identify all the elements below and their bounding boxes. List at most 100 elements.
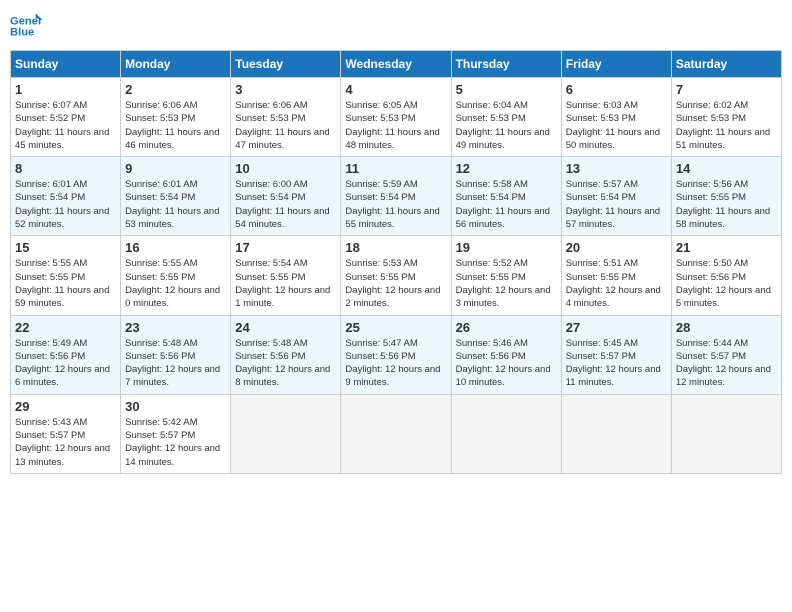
calendar-cell: 5 Sunrise: 6:04 AM Sunset: 5:53 PM Dayli…	[451, 78, 561, 157]
day-info: Sunrise: 6:07 AM Sunset: 5:52 PM Dayligh…	[15, 99, 116, 152]
page-header: General Blue	[10, 10, 782, 42]
calendar-cell: 26 Sunrise: 5:46 AM Sunset: 5:56 PM Dayl…	[451, 315, 561, 394]
calendar-week-1: 1 Sunrise: 6:07 AM Sunset: 5:52 PM Dayli…	[11, 78, 782, 157]
calendar-cell: 16 Sunrise: 5:55 AM Sunset: 5:55 PM Dayl…	[121, 236, 231, 315]
day-number: 25	[345, 320, 446, 335]
day-info: Sunrise: 5:54 AM Sunset: 5:55 PM Dayligh…	[235, 257, 336, 310]
day-info: Sunrise: 5:48 AM Sunset: 5:56 PM Dayligh…	[235, 337, 336, 390]
weekday-header-friday: Friday	[561, 51, 671, 78]
day-info: Sunrise: 5:55 AM Sunset: 5:55 PM Dayligh…	[125, 257, 226, 310]
day-info: Sunrise: 5:52 AM Sunset: 5:55 PM Dayligh…	[456, 257, 557, 310]
day-number: 18	[345, 240, 446, 255]
calendar-table: SundayMondayTuesdayWednesdayThursdayFrid…	[10, 50, 782, 474]
calendar-cell: 8 Sunrise: 6:01 AM Sunset: 5:54 PM Dayli…	[11, 157, 121, 236]
weekday-header-thursday: Thursday	[451, 51, 561, 78]
day-info: Sunrise: 6:01 AM Sunset: 5:54 PM Dayligh…	[125, 178, 226, 231]
day-number: 19	[456, 240, 557, 255]
calendar-cell: 19 Sunrise: 5:52 AM Sunset: 5:55 PM Dayl…	[451, 236, 561, 315]
weekday-header-saturday: Saturday	[671, 51, 781, 78]
day-number: 15	[15, 240, 116, 255]
calendar-cell: 4 Sunrise: 6:05 AM Sunset: 5:53 PM Dayli…	[341, 78, 451, 157]
day-number: 29	[15, 399, 116, 414]
calendar-header-row: SundayMondayTuesdayWednesdayThursdayFrid…	[11, 51, 782, 78]
day-info: Sunrise: 5:50 AM Sunset: 5:56 PM Dayligh…	[676, 257, 777, 310]
calendar-cell: 12 Sunrise: 5:58 AM Sunset: 5:54 PM Dayl…	[451, 157, 561, 236]
day-info: Sunrise: 5:48 AM Sunset: 5:56 PM Dayligh…	[125, 337, 226, 390]
calendar-cell: 6 Sunrise: 6:03 AM Sunset: 5:53 PM Dayli…	[561, 78, 671, 157]
calendar-week-2: 8 Sunrise: 6:01 AM Sunset: 5:54 PM Dayli…	[11, 157, 782, 236]
svg-text:Blue: Blue	[10, 27, 34, 39]
day-info: Sunrise: 5:42 AM Sunset: 5:57 PM Dayligh…	[125, 416, 226, 469]
day-info: Sunrise: 6:03 AM Sunset: 5:53 PM Dayligh…	[566, 99, 667, 152]
day-number: 9	[125, 161, 226, 176]
day-info: Sunrise: 5:47 AM Sunset: 5:56 PM Dayligh…	[345, 337, 446, 390]
day-info: Sunrise: 5:44 AM Sunset: 5:57 PM Dayligh…	[676, 337, 777, 390]
day-number: 2	[125, 82, 226, 97]
day-number: 12	[456, 161, 557, 176]
day-number: 17	[235, 240, 336, 255]
day-number: 16	[125, 240, 226, 255]
day-number: 22	[15, 320, 116, 335]
day-number: 11	[345, 161, 446, 176]
day-info: Sunrise: 5:46 AM Sunset: 5:56 PM Dayligh…	[456, 337, 557, 390]
weekday-header-tuesday: Tuesday	[231, 51, 341, 78]
calendar-cell: 24 Sunrise: 5:48 AM Sunset: 5:56 PM Dayl…	[231, 315, 341, 394]
day-info: Sunrise: 5:45 AM Sunset: 5:57 PM Dayligh…	[566, 337, 667, 390]
calendar-cell: 2 Sunrise: 6:06 AM Sunset: 5:53 PM Dayli…	[121, 78, 231, 157]
calendar-cell: 29 Sunrise: 5:43 AM Sunset: 5:57 PM Dayl…	[11, 394, 121, 473]
calendar-week-3: 15 Sunrise: 5:55 AM Sunset: 5:55 PM Dayl…	[11, 236, 782, 315]
calendar-cell	[341, 394, 451, 473]
day-number: 26	[456, 320, 557, 335]
weekday-header-sunday: Sunday	[11, 51, 121, 78]
day-number: 5	[456, 82, 557, 97]
day-info: Sunrise: 6:06 AM Sunset: 5:53 PM Dayligh…	[235, 99, 336, 152]
day-number: 6	[566, 82, 667, 97]
calendar-cell: 7 Sunrise: 6:02 AM Sunset: 5:53 PM Dayli…	[671, 78, 781, 157]
day-number: 4	[345, 82, 446, 97]
calendar-cell: 21 Sunrise: 5:50 AM Sunset: 5:56 PM Dayl…	[671, 236, 781, 315]
day-info: Sunrise: 5:58 AM Sunset: 5:54 PM Dayligh…	[456, 178, 557, 231]
day-number: 27	[566, 320, 667, 335]
day-info: Sunrise: 6:01 AM Sunset: 5:54 PM Dayligh…	[15, 178, 116, 231]
logo-icon: General Blue	[10, 10, 42, 42]
day-info: Sunrise: 5:57 AM Sunset: 5:54 PM Dayligh…	[566, 178, 667, 231]
calendar-cell: 13 Sunrise: 5:57 AM Sunset: 5:54 PM Dayl…	[561, 157, 671, 236]
day-number: 7	[676, 82, 777, 97]
calendar-cell	[231, 394, 341, 473]
day-number: 13	[566, 161, 667, 176]
calendar-cell: 20 Sunrise: 5:51 AM Sunset: 5:55 PM Dayl…	[561, 236, 671, 315]
calendar-cell: 30 Sunrise: 5:42 AM Sunset: 5:57 PM Dayl…	[121, 394, 231, 473]
day-info: Sunrise: 6:00 AM Sunset: 5:54 PM Dayligh…	[235, 178, 336, 231]
calendar-cell: 23 Sunrise: 5:48 AM Sunset: 5:56 PM Dayl…	[121, 315, 231, 394]
calendar-cell: 17 Sunrise: 5:54 AM Sunset: 5:55 PM Dayl…	[231, 236, 341, 315]
day-number: 23	[125, 320, 226, 335]
day-number: 28	[676, 320, 777, 335]
day-number: 24	[235, 320, 336, 335]
calendar-cell: 14 Sunrise: 5:56 AM Sunset: 5:55 PM Dayl…	[671, 157, 781, 236]
day-info: Sunrise: 6:04 AM Sunset: 5:53 PM Dayligh…	[456, 99, 557, 152]
day-info: Sunrise: 5:56 AM Sunset: 5:55 PM Dayligh…	[676, 178, 777, 231]
calendar-cell: 18 Sunrise: 5:53 AM Sunset: 5:55 PM Dayl…	[341, 236, 451, 315]
calendar-week-5: 29 Sunrise: 5:43 AM Sunset: 5:57 PM Dayl…	[11, 394, 782, 473]
calendar-cell	[451, 394, 561, 473]
calendar-cell: 3 Sunrise: 6:06 AM Sunset: 5:53 PM Dayli…	[231, 78, 341, 157]
calendar-week-4: 22 Sunrise: 5:49 AM Sunset: 5:56 PM Dayl…	[11, 315, 782, 394]
calendar-cell	[561, 394, 671, 473]
weekday-header-wednesday: Wednesday	[341, 51, 451, 78]
day-number: 30	[125, 399, 226, 414]
day-number: 1	[15, 82, 116, 97]
day-info: Sunrise: 5:49 AM Sunset: 5:56 PM Dayligh…	[15, 337, 116, 390]
day-number: 20	[566, 240, 667, 255]
day-number: 8	[15, 161, 116, 176]
logo: General Blue	[10, 10, 46, 42]
day-number: 3	[235, 82, 336, 97]
calendar-cell: 28 Sunrise: 5:44 AM Sunset: 5:57 PM Dayl…	[671, 315, 781, 394]
day-number: 14	[676, 161, 777, 176]
day-info: Sunrise: 5:55 AM Sunset: 5:55 PM Dayligh…	[15, 257, 116, 310]
calendar-cell: 1 Sunrise: 6:07 AM Sunset: 5:52 PM Dayli…	[11, 78, 121, 157]
day-info: Sunrise: 6:02 AM Sunset: 5:53 PM Dayligh…	[676, 99, 777, 152]
calendar-cell: 22 Sunrise: 5:49 AM Sunset: 5:56 PM Dayl…	[11, 315, 121, 394]
day-number: 10	[235, 161, 336, 176]
day-info: Sunrise: 6:06 AM Sunset: 5:53 PM Dayligh…	[125, 99, 226, 152]
day-info: Sunrise: 5:43 AM Sunset: 5:57 PM Dayligh…	[15, 416, 116, 469]
